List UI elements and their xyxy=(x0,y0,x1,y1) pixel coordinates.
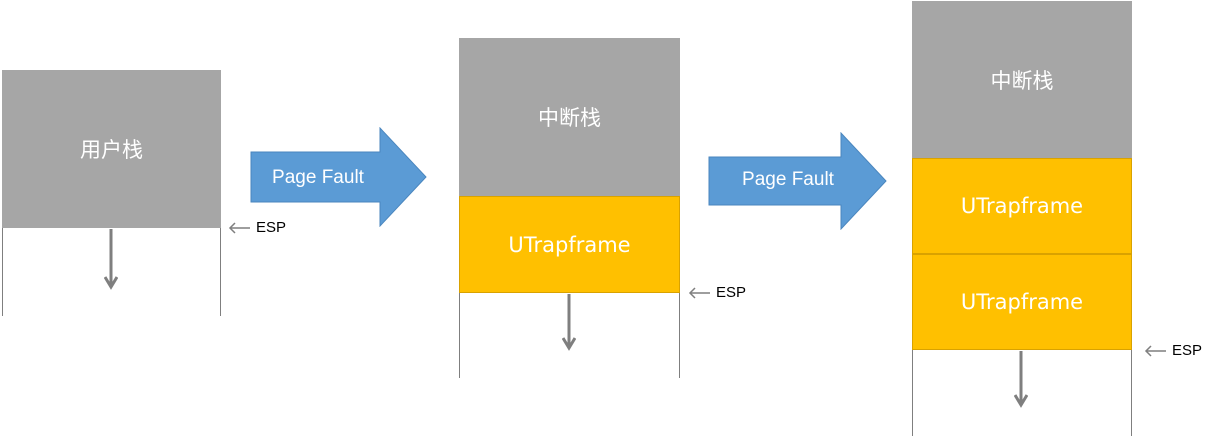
stack3-down-arrow-icon xyxy=(1014,351,1028,408)
stack2-down-arrow-icon xyxy=(562,294,576,351)
stack3-left-wall xyxy=(912,350,913,436)
interrupt-stack-block: 中断栈 xyxy=(912,1,1132,158)
left-arrow-icon xyxy=(228,221,250,234)
page-fault-label-1: Page Fault xyxy=(272,167,364,188)
utrapframe-block: UTrapframe xyxy=(459,196,680,293)
stack1-left-wall xyxy=(2,228,3,316)
left-arrow-icon xyxy=(1144,344,1166,357)
utrapframe-label: UTrapframe xyxy=(960,290,1084,314)
utrapframe-label: UTrapframe xyxy=(508,232,631,257)
page-fault-label-2: Page Fault xyxy=(742,169,834,190)
esp-label: ESP xyxy=(1172,342,1203,359)
utrapframe-block-1: UTrapframe xyxy=(912,158,1132,254)
stack1-down-arrow-icon xyxy=(104,229,118,290)
interrupt-stack-block: 中断栈 xyxy=(459,38,680,196)
stack2-left-wall xyxy=(459,293,460,378)
interrupt-stack-label: 中断栈 xyxy=(990,68,1054,93)
stack2-right-wall xyxy=(679,293,680,378)
interrupt-stack-label: 中断栈 xyxy=(538,106,601,130)
page-fault-arrow-1: Page Fault xyxy=(250,126,428,228)
stack3-esp-marker: ESP xyxy=(1144,342,1202,359)
page-fault-arrow-2: Page Fault xyxy=(708,131,888,231)
esp-label: ESP xyxy=(716,284,747,301)
left-arrow-icon xyxy=(688,286,710,299)
utrapframe-block-2: UTrapframe xyxy=(912,254,1132,350)
stack2-esp-marker: ESP xyxy=(688,284,746,301)
stack3-right-wall xyxy=(1131,350,1132,436)
user-stack-block: 用户栈 xyxy=(2,70,221,228)
utrapframe-label: UTrapframe xyxy=(960,194,1084,218)
user-stack-label: 用户栈 xyxy=(80,138,143,162)
stack1-right-wall xyxy=(220,228,221,316)
